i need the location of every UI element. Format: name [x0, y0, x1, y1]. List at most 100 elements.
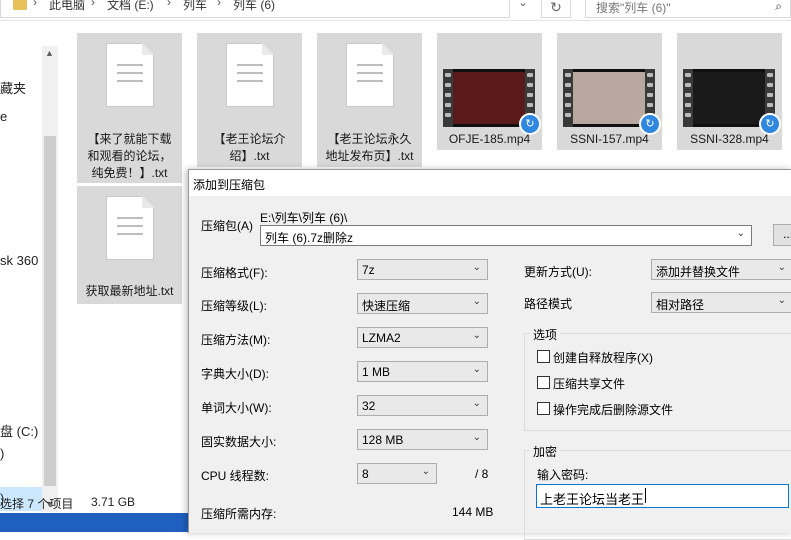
selection-count: 选择 7 个项目: [0, 497, 74, 511]
dialog-title: 添加到压缩包: [193, 178, 266, 192]
path-mode-select[interactable]: 相对路径 ⌄: [651, 292, 791, 313]
method-label: 压缩方法(M):: [201, 333, 271, 347]
search-input[interactable]: 搜索"列车 (6)" ⌕: [585, 0, 791, 18]
text-caret: [645, 488, 646, 503]
scroll-up-icon[interactable]: ▲: [45, 48, 54, 58]
scrollbar-thumb[interactable]: [44, 136, 56, 486]
memory-label: 压缩所需内存:: [201, 507, 277, 521]
search-placeholder: 搜索"列车 (6)": [596, 1, 671, 15]
file-tile[interactable]: 获取最新地址.txt: [77, 186, 182, 304]
update-mode-label: 更新方式(U):: [524, 265, 592, 279]
nav-item[interactable]: ): [0, 446, 4, 461]
archive-label: 压缩包(A): [201, 219, 253, 233]
breadcrumb-item[interactable]: 列车: [183, 0, 207, 13]
file-name-line: 和观看的论坛，: [87, 149, 172, 163]
format-select[interactable]: 7z ⌄: [357, 259, 488, 280]
selection-size: 3.71 GB: [91, 495, 136, 509]
delete-after-checkbox[interactable]: [537, 402, 550, 415]
address-bar: › 此电脑 › 文档 (E:) › 列车 › 列车 (6) ⌄ ↻ 搜索"列车 …: [0, 0, 791, 21]
shared-files-checkbox[interactable]: [537, 376, 550, 389]
solid-size-value: 128 MB: [362, 433, 404, 447]
file-name-line: SSNI-157.mp4: [570, 132, 649, 146]
chevron-down-icon[interactable]: ⌄: [778, 262, 786, 273]
search-icon[interactable]: ⌕: [775, 0, 782, 14]
password-input[interactable]: 上老王论坛当老王: [536, 484, 789, 508]
archive-name-combo[interactable]: 列车 (6).7z删除z ⌄: [260, 225, 752, 246]
nav-item[interactable]: 藏夹: [0, 78, 26, 97]
chevron-down-icon[interactable]: ⌄: [422, 466, 430, 477]
address-dropdown-icon[interactable]: ⌄: [514, 0, 532, 16]
path-mode-value: 相对路径: [656, 298, 705, 312]
memory-value: 144 MB: [452, 505, 494, 519]
file-tile[interactable]: ↻ SSNI-157.mp4: [557, 33, 662, 150]
path-mode-label: 路径模式: [524, 297, 573, 311]
chevron-down-icon[interactable]: ⌄: [778, 295, 786, 306]
format-value: 7z: [362, 263, 375, 277]
nav-item[interactable]: sk 360: [0, 253, 38, 268]
chevron-down-icon[interactable]: ⌄: [473, 262, 481, 273]
video-frame: [573, 72, 645, 124]
options-title: 选项: [530, 326, 561, 343]
solid-size-select[interactable]: 128 MB ⌄: [357, 429, 488, 450]
cpu-threads-value: 8: [362, 467, 369, 481]
breadcrumb-item[interactable]: 此电脑: [49, 0, 85, 13]
chevron-down-icon[interactable]: ⌄: [473, 432, 481, 443]
folder-icon: [13, 0, 27, 10]
word-size-value: 32: [362, 399, 376, 413]
encryption-title: 加密: [530, 443, 561, 460]
text-file-icon: [105, 43, 154, 107]
update-mode-select[interactable]: 添加并替换文件 ⌄: [651, 259, 791, 280]
nav-item[interactable]: 盘 (C:): [0, 421, 38, 440]
video-frame: [693, 72, 765, 124]
nav-item[interactable]: e: [0, 109, 7, 124]
video-thumbnail: ↻: [443, 69, 541, 135]
chevron-right-icon[interactable]: ›: [91, 0, 95, 9]
cpu-threads-label: CPU 线程数:: [201, 469, 270, 483]
word-size-select[interactable]: 32 ⌄: [357, 395, 488, 416]
sfx-checkbox[interactable]: [537, 350, 550, 363]
cpu-threads-select[interactable]: 8 ⌄: [357, 463, 437, 484]
method-value: LZMA2: [362, 331, 401, 345]
nav-scrollbar[interactable]: ▲ ▼: [42, 46, 58, 512]
archive-name-value: 列车 (6).7z删除z: [265, 231, 354, 245]
dictionary-label: 字典大小(D):: [201, 367, 269, 381]
text-file-icon: [225, 43, 274, 107]
password-value: 上老王论坛当老王: [540, 492, 645, 507]
breadcrumb[interactable]: › 此电脑 › 文档 (E:) › 列车 › 列车 (6): [0, 0, 510, 18]
method-select[interactable]: LZMA2 ⌄: [357, 327, 488, 348]
shared-files-label[interactable]: 压缩共享文件: [553, 375, 625, 392]
chevron-down-icon[interactable]: ⌄: [473, 296, 481, 307]
chevron-right-icon[interactable]: ›: [217, 0, 221, 9]
file-name-line: 【来了就能下载: [87, 132, 172, 146]
delete-after-label[interactable]: 操作完成后删除源文件: [553, 401, 673, 418]
chevron-right-icon[interactable]: ›: [167, 0, 171, 9]
chevron-down-icon[interactable]: ⌄: [737, 228, 745, 239]
dialog-title-bar[interactable]: 添加到压缩包: [189, 170, 791, 196]
chevron-down-icon[interactable]: ⌄: [473, 364, 481, 375]
file-tile[interactable]: 【来了就能下载 和观看的论坛， 纯免费！】.txt: [77, 33, 182, 183]
dictionary-select[interactable]: 1 MB ⌄: [357, 361, 488, 382]
chevron-down-icon[interactable]: ⌄: [473, 398, 481, 409]
chevron-right-icon[interactable]: ›: [33, 0, 37, 9]
file-tile[interactable]: ↻ SSNI-328.mp4: [677, 33, 782, 150]
file-name-line: 获取最新地址.txt: [85, 284, 174, 298]
file-tile[interactable]: 【老王论坛介 绍】.txt: [197, 33, 302, 167]
level-select[interactable]: 快速压缩 ⌄: [357, 293, 488, 314]
breadcrumb-item[interactable]: 文档 (E:): [107, 0, 154, 13]
word-size-label: 单词大小(W):: [201, 401, 272, 415]
file-tile[interactable]: 【老王论坛永久 地址发布页】.txt: [317, 33, 422, 167]
add-to-archive-dialog: 添加到压缩包 压缩包(A) E:\列车\列车 (6)\ 列车 (6).7z删除z…: [188, 169, 791, 540]
chevron-down-icon[interactable]: ⌄: [473, 330, 481, 341]
password-label: 输入密码:: [537, 468, 589, 482]
file-name-line: 【老王论坛永久: [327, 132, 412, 146]
file-name-line: 【老王论坛介: [213, 132, 286, 146]
status-bar: 选择 7 个项目 3.71 GB: [0, 491, 200, 513]
browse-button[interactable]: ...: [773, 224, 791, 246]
text-file-icon: [345, 43, 394, 107]
sfx-label[interactable]: 创建自释放程序(X): [553, 349, 653, 366]
video-thumbnail: ↻: [683, 69, 781, 135]
file-tile[interactable]: ↻ OFJE-185.mp4: [437, 33, 542, 150]
refresh-icon[interactable]: ↻: [541, 0, 571, 18]
archive-path: E:\列车\列车 (6)\: [260, 211, 348, 225]
breadcrumb-item[interactable]: 列车 (6): [233, 0, 275, 13]
